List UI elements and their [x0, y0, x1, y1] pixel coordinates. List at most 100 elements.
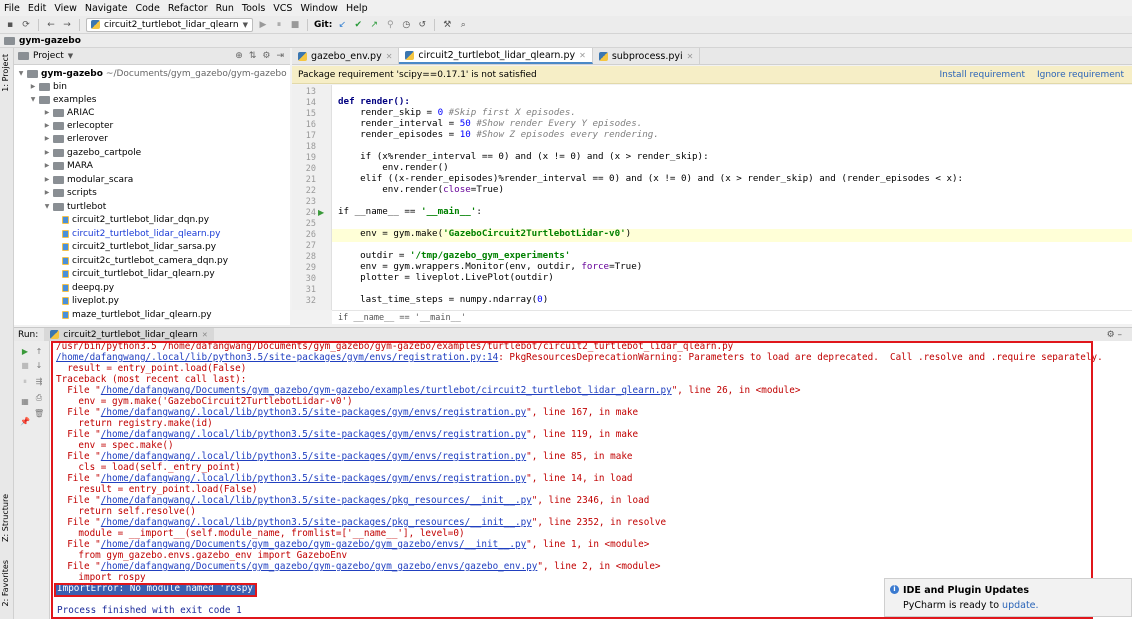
target-icon[interactable]: ⊕	[235, 51, 243, 61]
console-file-link[interactable]: /home/dafangwang/Documents/gym_gazebo/gy…	[101, 385, 672, 396]
console-file-link[interactable]: /home/dafangwang/Documents/gym_gazebo/gy…	[101, 561, 538, 572]
tree-item-bin[interactable]: ▶ bin	[30, 80, 67, 93]
close-icon[interactable]: ✕	[202, 331, 208, 339]
console-line: File "/home/dafangwang/.local/lib/python…	[56, 407, 638, 418]
tree-item-turtlebot[interactable]: ▼ turtlebot	[44, 200, 107, 213]
tab-favorites[interactable]: 2: Favorites	[1, 560, 10, 606]
menu-window[interactable]: Window	[300, 3, 337, 14]
tree-item-file[interactable]: circuit2_turtlebot_lidar_sarsa.py	[62, 240, 216, 253]
console-file-link[interactable]: /home/dafangwang/.local/lib/python3.5/si…	[101, 451, 526, 462]
tree-item-file[interactable]: circuit_turtlebot_lidar_qlearn.py	[62, 267, 215, 280]
breadcrumb-item[interactable]: if __name__ == '__main__'	[338, 313, 466, 323]
tab-structure[interactable]: Z: Structure	[1, 494, 10, 542]
console-file-link[interactable]: /home/dafangwang/Documents/gym_gazebo/gy…	[101, 539, 526, 550]
git-push-icon[interactable]: ↗	[368, 19, 380, 31]
soft-wrap-icon[interactable]: ⇶	[34, 377, 44, 387]
run-configuration-select[interactable]: circuit2_turtlebot_lidar_qlearn ▼	[86, 17, 253, 32]
console-file-link[interactable]: /home/dafangwang/.local/lib/python3.5/si…	[56, 352, 498, 363]
menu-vcs[interactable]: VCS	[273, 3, 292, 14]
update-link[interactable]: update.	[1002, 600, 1039, 611]
chevron-down-icon[interactable]: ▼	[68, 52, 73, 60]
console-text: env = spec.make()	[56, 440, 174, 451]
tree-item-file[interactable]: liveplot.py	[62, 294, 119, 307]
search-icon[interactable]: ⌕	[457, 19, 469, 31]
project-panel-title[interactable]: Project	[33, 51, 64, 61]
tab-label: gazebo_env.py	[311, 50, 382, 62]
code-text: render_skip =	[338, 107, 438, 118]
menu-tools[interactable]: Tools	[242, 3, 265, 14]
code-editor[interactable]: def render(): render_skip = 0 #Skip firs…	[332, 85, 1132, 310]
menu-code[interactable]: Code	[135, 3, 159, 14]
tree-root[interactable]: ▼ gym-gazebo ~/Documents/gym_gazebo/gym-…	[18, 67, 287, 80]
ignore-requirement-link[interactable]: Ignore requirement	[1037, 70, 1124, 80]
pause-icon[interactable]: ⏸	[273, 19, 285, 31]
print-icon[interactable]: ⎙	[34, 393, 44, 403]
tree-item-gazebo-cartpole[interactable]: ▶ gazebo_cartpole	[44, 146, 141, 159]
gear-icon[interactable]: ⚙	[262, 51, 270, 61]
menu-edit[interactable]: Edit	[28, 3, 46, 14]
menu-file[interactable]: File	[4, 3, 20, 14]
tree-item-file[interactable]: circuit2c_turtlebot_camera_dqn.py	[62, 254, 228, 267]
tree-item-file-selected[interactable]: circuit2_turtlebot_lidar_qlearn.py	[62, 227, 220, 240]
back-icon[interactable]: ←	[45, 19, 57, 31]
navbar-project-name[interactable]: gym-gazebo	[19, 36, 81, 46]
stop-icon[interactable]: ■	[289, 19, 301, 31]
rerun-icon[interactable]: ▶	[20, 347, 30, 357]
scroll-up-icon[interactable]: ↑	[34, 347, 44, 357]
run-gutter-icon[interactable]: ▶	[318, 208, 324, 217]
stop-icon[interactable]: ■	[20, 361, 30, 371]
tab-gazebo-env[interactable]: gazebo_env.py ✕	[292, 48, 400, 64]
install-requirement-link[interactable]: Install requirement	[939, 70, 1025, 80]
tab-subprocess-pyi[interactable]: subprocess.pyi ✕	[593, 48, 701, 64]
git-update-icon[interactable]: ↙	[336, 19, 348, 31]
hide-icon[interactable]: ⇥	[276, 51, 284, 61]
tree-item-mara[interactable]: ▶ MARA	[44, 159, 93, 172]
close-icon[interactable]: ✕	[687, 52, 694, 61]
tree-item-file[interactable]: circuit2_turtlebot_lidar_dqn.py	[62, 213, 209, 226]
tab-project[interactable]: 1: Project	[1, 54, 10, 92]
gear-icon[interactable]: ⚙ –	[1107, 330, 1122, 340]
console-file-link[interactable]: /home/dafangwang/.local/lib/python3.5/si…	[101, 407, 526, 418]
pin-icon[interactable]: 📌	[20, 417, 30, 427]
git-commit-icon[interactable]: ✔	[352, 19, 364, 31]
menu-navigate[interactable]: Navigate	[85, 3, 128, 14]
layout-icon[interactable]: ▦	[20, 397, 30, 407]
save-icon[interactable]: ▪	[4, 19, 16, 31]
tree-item-file[interactable]: maze_turtlebot_lidar_qlearn.py	[62, 308, 212, 321]
tree-item-ariac[interactable]: ▶ ARIAC	[44, 106, 95, 119]
scroll-down-icon[interactable]: ↓	[34, 361, 44, 371]
pause-icon[interactable]: ⏸	[20, 377, 30, 387]
git-compare-icon[interactable]: ⚲	[384, 19, 396, 31]
run-icon[interactable]: ▶	[257, 19, 269, 31]
console-file-link[interactable]: /home/dafangwang/.local/lib/python3.5/si…	[101, 429, 526, 440]
sync-icon[interactable]: ⟳	[20, 19, 32, 31]
tree-item-modular-scara[interactable]: ▶ modular_scara	[44, 173, 134, 186]
close-icon[interactable]: ✕	[386, 52, 393, 61]
tree-item-examples[interactable]: ▼ examples	[30, 93, 97, 106]
console-file-link[interactable]: /home/dafangwang/.local/lib/python3.5/si…	[101, 495, 532, 506]
tree-item-label: circuit_turtlebot_lidar_qlearn.py	[72, 268, 215, 279]
console-file-link[interactable]: /home/dafangwang/.local/lib/python3.5/si…	[101, 517, 532, 528]
menu-run[interactable]: Run	[216, 3, 234, 14]
menu-view[interactable]: View	[54, 3, 77, 14]
tab-circuit2-qlearn[interactable]: circuit2_turtlebot_lidar_qlearn.py ✕	[399, 48, 593, 64]
menu-refactor[interactable]: Refactor	[168, 3, 208, 14]
git-revert-icon[interactable]: ↺	[416, 19, 428, 31]
console-file-link[interactable]: /home/dafangwang/.local/lib/python3.5/si…	[101, 473, 526, 484]
tree-item-scripts[interactable]: ▶ scripts	[44, 186, 97, 199]
code-line: outdir = '/tmp/gazebo_gym_experiments'	[338, 250, 570, 261]
tree-item-erlerover[interactable]: ▶ erlerover	[44, 132, 108, 145]
console-line: /home/dafangwang/.local/lib/python3.5/si…	[56, 352, 1103, 363]
clear-icon[interactable]: 🗑	[34, 409, 44, 419]
menu-help[interactable]: Help	[346, 3, 368, 14]
wrench-icon[interactable]: ⚒	[441, 19, 453, 31]
update-notification[interactable]: i IDE and Plugin Updates PyCharm is read…	[884, 578, 1132, 617]
close-icon[interactable]: ✕	[579, 51, 586, 60]
git-history-icon[interactable]: ◷	[400, 19, 412, 31]
collapse-icon[interactable]: ⇅	[249, 51, 257, 61]
tree-item-erlecopter[interactable]: ▶ erlecopter	[44, 119, 114, 132]
run-tab[interactable]: circuit2_turtlebot_lidar_qlearn ✕	[44, 328, 214, 341]
tree-item-file[interactable]: deepq.py	[62, 281, 114, 294]
forward-icon[interactable]: →	[61, 19, 73, 31]
collapse-arrow-icon: ▶	[44, 109, 50, 116]
